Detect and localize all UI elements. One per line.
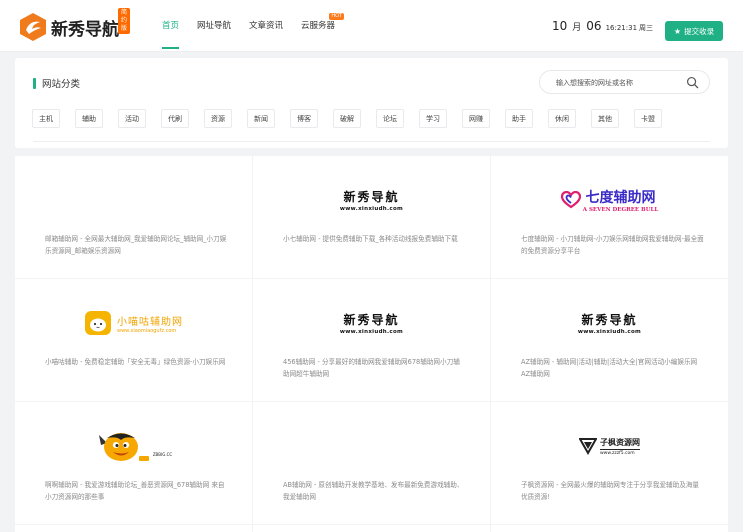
tag-other[interactable]: 其他 — [591, 109, 619, 128]
tag-assist[interactable]: 辅助 — [75, 109, 103, 128]
panel-divider — [33, 141, 710, 142]
date-display: 10 月 06 16:21:31 周三 — [552, 19, 653, 33]
site-card[interactable] — [15, 525, 252, 532]
weekday: 周三 — [639, 24, 654, 32]
logo-text: 新秀导航 — [51, 19, 119, 40]
tag-leisure[interactable]: 休闲 — [548, 109, 576, 128]
site-card[interactable]: 新秀导航 www.xinxiudh.com AZ辅助网 - 辅助网|活动|辅助|活… — [491, 279, 728, 401]
site-card[interactable]: 新秀导航 www.xinxiudh.com 456辅助网 - 分享最好的辅助网我爱… — [253, 279, 490, 401]
site-logo-qidu: 七度辅助网 A SEVEN DEGREE BULL — [491, 176, 728, 224]
site-desc: AB辅助网 - 原创辅助开发教学基地、发布最新免费游戏辅助、我爱辅助网 — [283, 481, 464, 501]
main-nav: 首页 网址导航 文章资讯 云服务器 HOT — [162, 0, 345, 52]
logo-badge: 简约版 — [118, 8, 131, 34]
site-desc: AZ辅助网 - 辅助网|活动|辅助|活动大全|官网活动小编娱乐网AZ辅助网 — [521, 358, 698, 378]
hot-badge: HOT — [329, 13, 345, 20]
site-logo-xinxiu: 新秀导航 www.xinxiudh.com — [339, 190, 404, 212]
site-logo-zbbig: ZBBIG.CC — [15, 422, 252, 470]
tag-earn[interactable]: 网赚 — [462, 109, 490, 128]
search-input[interactable] — [556, 76, 686, 90]
tag-card[interactable]: 卡盟 — [634, 109, 662, 128]
site-desc: 小喵咕辅助 - 免费稳定辅助「安全无毒」绿色资源-小刀娱乐网 — [45, 358, 226, 366]
nav-item-sites[interactable]: 网址导航 — [188, 0, 240, 52]
date-month-unit: 月 — [572, 23, 582, 33]
site-card[interactable]: 新秀导航 www.xinxiudh.com 小七辅助网 - 提供免费辅助下载_各种… — [253, 156, 490, 278]
search-box — [539, 70, 710, 94]
site-card[interactable]: 邮箱辅助网 - 全网最大辅助网_我爱辅助网论坛_辅助网_小刀娱乐资源网_邮箱娱乐… — [15, 156, 252, 278]
nav-item-articles[interactable]: 文章资讯 — [240, 0, 292, 52]
site-desc: 小七辅助网 - 提供免费辅助下载_各种活动线报免费辅助下载 — [283, 235, 458, 243]
site-logo-xiaolu: 小喵咕辅助网 www.xiaomiaogufz.com — [15, 299, 252, 347]
site-logo-xinxiu: 新秀导航 www.xinxiudh.com — [339, 313, 404, 335]
tag-helper[interactable]: 助手 — [505, 109, 533, 128]
nav-item-home[interactable]: 首页 — [162, 0, 188, 52]
search-icon[interactable] — [686, 76, 699, 89]
site-card[interactable]: AB辅助网 - 原创辅助开发教学基地、发布最新免费游戏辅助、我爱辅助网 — [253, 402, 490, 524]
tag-news[interactable]: 新闻 — [247, 109, 275, 128]
site-desc: 456辅助网 - 分享最好的辅助网我爱辅助网678辅助网小刀辅助网超牛辅助网 — [283, 358, 460, 378]
tag-crack[interactable]: 破解 — [333, 109, 361, 128]
site-grid: 邮箱辅助网 - 全网最大辅助网_我爱辅助网论坛_辅助网_小刀娱乐资源网_邮箱娱乐… — [15, 156, 728, 532]
site-card[interactable]: 七度辅助网 A SEVEN DEGREE BULL 七度辅助网 - 小刀辅助网-小… — [491, 156, 728, 278]
site-card[interactable] — [253, 525, 490, 532]
site-card[interactable] — [491, 525, 728, 532]
site-logo-xinxiu: 新秀导航 www.xinxiudh.com — [577, 313, 642, 335]
site-desc: 啊啊辅助网 - 我爱游戏辅助论坛_善恶资源网_678辅助网 来自小刀资源网的那些… — [45, 481, 225, 501]
category-tags: 主机 辅助 活动 代刷 资源 新闻 博客 破解 论坛 学习 网赚 助手 休闲 其… — [32, 109, 677, 128]
tag-blog[interactable]: 博客 — [290, 109, 318, 128]
mascot-logo-icon — [98, 433, 149, 461]
tag-boost[interactable]: 代刷 — [161, 109, 189, 128]
triangle-logo-icon — [579, 438, 597, 455]
category-panel: 网站分类 主机 辅助 活动 代刷 资源 新闻 博客 破解 论坛 学习 网赚 助手… — [15, 58, 728, 148]
cute-face-logo-icon — [85, 311, 111, 335]
site-logo[interactable]: 新秀导航 简约版 — [18, 8, 131, 44]
heart-logo-icon — [560, 191, 581, 209]
site-header: 新秀导航 简约版 首页 网址导航 文章资讯 云服务器 HOT 10 月 06 16… — [0, 0, 743, 52]
tag-resource[interactable]: 资源 — [204, 109, 232, 128]
site-card[interactable]: ZBBIG.CC 啊啊辅助网 - 我爱游戏辅助论坛_善恶资源网_678辅助网 来… — [15, 402, 252, 524]
site-card[interactable]: 子枫资源网 www.zzzf5.com 子枫资源网 - 全网最火爆的辅助网专注于分… — [491, 402, 728, 524]
site-card[interactable]: 小喵咕辅助网 www.xiaomiaogufz.com 小喵咕辅助 - 免费稳定辅… — [15, 279, 252, 401]
star-icon: ★ — [673, 26, 682, 36]
site-desc: 七度辅助网 - 小刀辅助网-小刀娱乐网辅助网我爱辅助网-最全面的免费资源分享平台 — [521, 235, 704, 255]
clock-time: 16:21:31 — [605, 24, 638, 32]
date-day: 06 — [586, 19, 602, 33]
tag-study[interactable]: 学习 — [419, 109, 447, 128]
logo-mark-icon — [20, 13, 46, 41]
tag-forum[interactable]: 论坛 — [376, 109, 404, 128]
tag-activity[interactable]: 活动 — [118, 109, 146, 128]
submit-site-button[interactable]: ★ 提交收录 — [665, 21, 723, 41]
date-month: 10 — [552, 19, 568, 33]
site-desc: 子枫资源网 - 全网最火爆的辅助网专注于分享我爱辅助及海量优质资源! — [521, 481, 700, 501]
nav-item-cloud-server[interactable]: 云服务器 HOT — [292, 0, 345, 52]
site-desc: 邮箱辅助网 - 全网最大辅助网_我爱辅助网论坛_辅助网_小刀娱乐资源网_邮箱娱乐… — [45, 235, 227, 255]
category-title: 网站分类 — [33, 76, 80, 90]
tag-host[interactable]: 主机 — [32, 109, 60, 128]
title-accent-bar — [33, 77, 36, 89]
site-logo-zifeng: 子枫资源网 www.zzzf5.com — [491, 422, 728, 470]
